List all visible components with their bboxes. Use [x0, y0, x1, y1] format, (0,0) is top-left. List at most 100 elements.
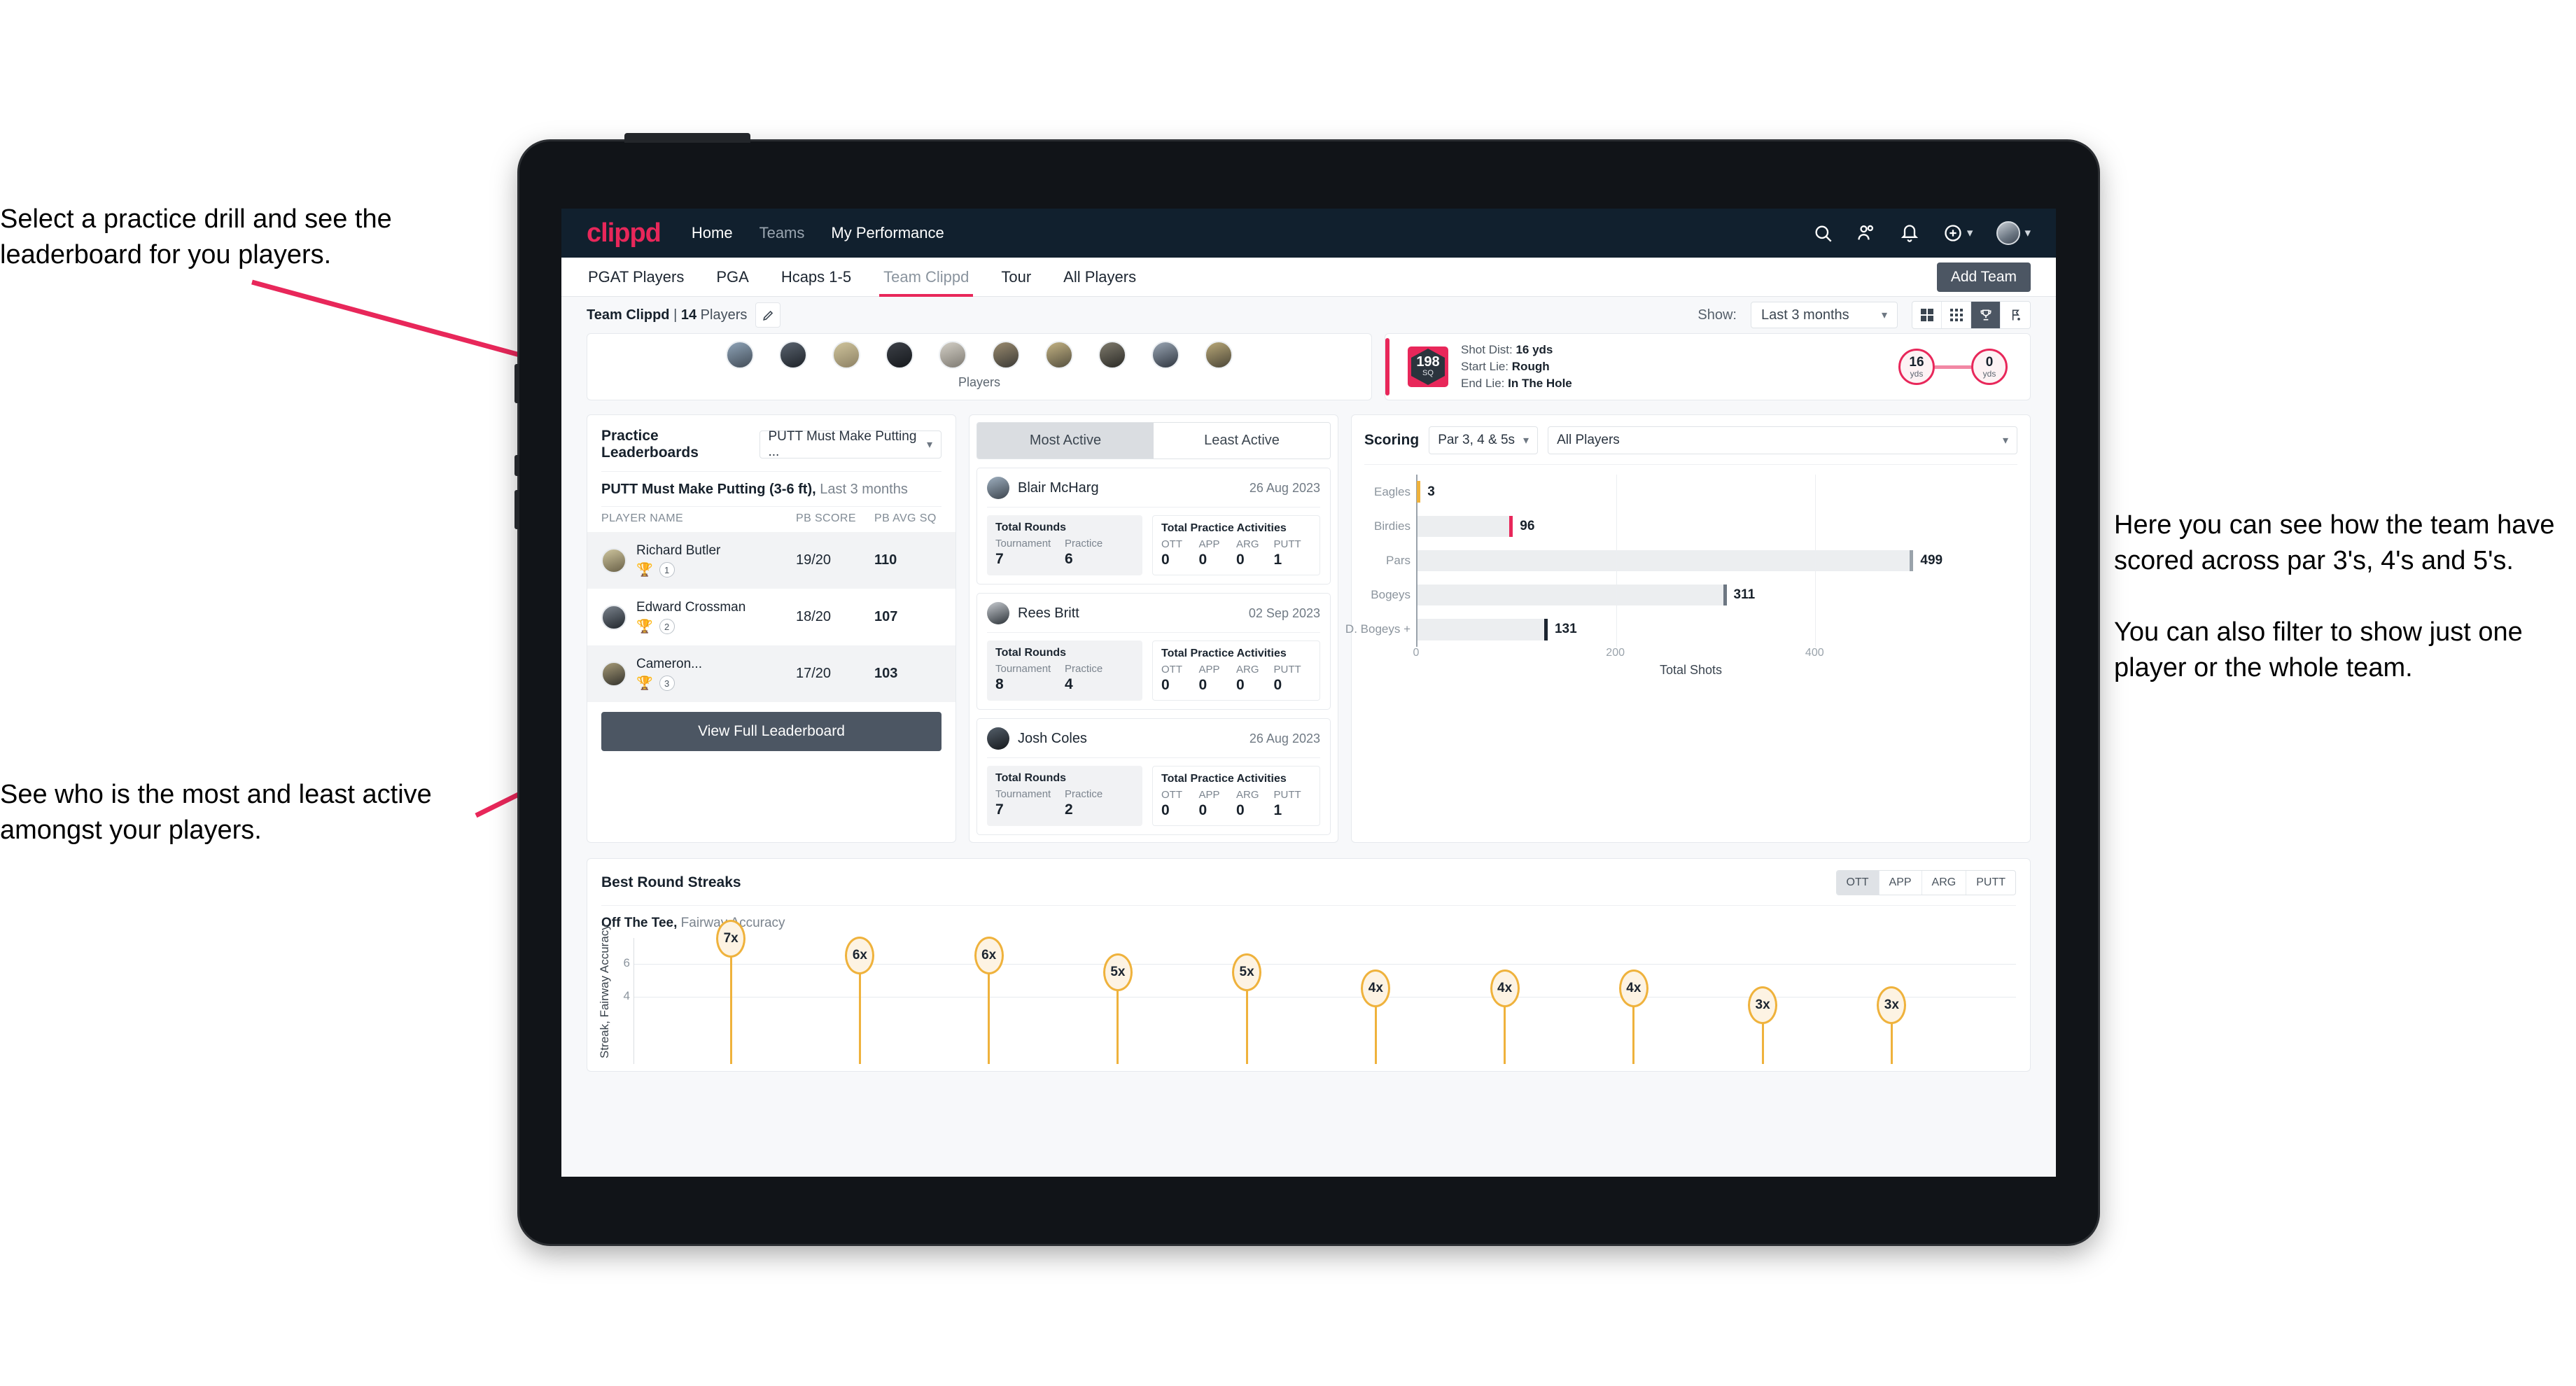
- toggle-arg[interactable]: ARG: [1922, 871, 1967, 895]
- player-cell: Cameron... 🏆 3: [636, 657, 796, 691]
- chevron-down-icon: ▾: [926, 439, 932, 451]
- add-team-button[interactable]: Add Team: [1936, 262, 2031, 292]
- user-menu[interactable]: ▾: [1996, 221, 2031, 245]
- chevron-down-icon: ▾: [1523, 435, 1530, 447]
- avatar[interactable]: [726, 341, 754, 369]
- label: Tournament: [995, 538, 1051, 550]
- list-item[interactable]: Rees Britt 02 Sep 2023 Total Rounds Tour…: [976, 593, 1331, 710]
- toggle-putt[interactable]: PUTT: [1966, 871, 2015, 895]
- trophy-icon: 🏆: [636, 562, 653, 578]
- nav-item-teams[interactable]: Teams: [760, 224, 805, 242]
- plus-circle-icon[interactable]: [1943, 223, 1963, 243]
- toggle-app[interactable]: APP: [1879, 871, 1922, 895]
- tab-all-players[interactable]: All Players: [1062, 258, 1138, 296]
- streaks-subtitle: Off The Tee, Fairway Accuracy: [587, 906, 2030, 935]
- activity-date: 02 Sep 2023: [1248, 606, 1320, 620]
- grid-small-icon: [1949, 309, 1963, 321]
- view-flag-button[interactable]: [2001, 302, 2030, 328]
- chart-x-axis: 0 200 400: [1413, 647, 1974, 661]
- team-name: Team Clippd: [587, 307, 670, 323]
- drill-select[interactable]: PUTT Must Make Putting ... ▾: [759, 429, 941, 459]
- toggle-ott[interactable]: OTT: [1836, 871, 1879, 895]
- player-filter-select[interactable]: All Players ▾: [1548, 426, 2017, 454]
- nav-item-my-performance[interactable]: My Performance: [831, 224, 944, 242]
- rounds-columns: Tournament 8 Practice 4: [995, 663, 1134, 693]
- label: APP: [1198, 538, 1220, 550]
- tab-least-active[interactable]: Least Active: [1154, 423, 1330, 458]
- chart-bar-value: 311: [1733, 587, 1756, 603]
- avatar[interactable]: [832, 341, 860, 369]
- list-item[interactable]: Josh Coles 26 Aug 2023 Total Rounds Tour…: [976, 718, 1331, 835]
- tab-most-active[interactable]: Most Active: [977, 423, 1154, 458]
- distance-connector: [1935, 365, 1971, 369]
- people-icon[interactable]: [1856, 223, 1876, 243]
- avatar[interactable]: [1098, 341, 1126, 369]
- tab-team-clippd[interactable]: Team Clippd: [879, 258, 974, 297]
- bell-icon[interactable]: [1900, 223, 1919, 243]
- annotation-most-least-active: See who is the most and least active amo…: [0, 780, 432, 845]
- practice-app: APP 0: [1199, 538, 1237, 568]
- list-item[interactable]: Blair McHarg 26 Aug 2023 Total Rounds To…: [976, 468, 1331, 584]
- chart-bar-row: D. Bogeys + 131: [1345, 619, 1974, 640]
- label: Tournament: [995, 663, 1051, 675]
- par-filter-select[interactable]: Par 3, 4 & 5s ▾: [1429, 426, 1539, 454]
- avatar[interactable]: [1205, 341, 1233, 369]
- avatar[interactable]: [992, 341, 1020, 369]
- practice-ott: OTT 0: [1161, 538, 1199, 568]
- avatar[interactable]: [1045, 341, 1073, 369]
- label: Tournament: [995, 788, 1051, 800]
- chart-lollipop-stem: [1632, 997, 1635, 1064]
- total-rounds-title: Total Rounds: [995, 647, 1067, 659]
- tab-hcaps-1-5[interactable]: Hcaps 1-5: [780, 258, 853, 296]
- activity-entry-header: Josh Coles 26 Aug 2023: [987, 727, 1320, 750]
- edit-team-button[interactable]: [755, 302, 781, 328]
- nav-item-home[interactable]: Home: [692, 224, 733, 242]
- practice-leaderboards-card: Practice Leaderboards PUTT Must Make Put…: [587, 414, 956, 843]
- end-distance-value: 0: [1985, 354, 1994, 370]
- tab-pga[interactable]: PGA: [715, 258, 750, 296]
- avatar[interactable]: [939, 341, 967, 369]
- table-row[interactable]: Cameron... 🏆 3 17/20 103: [587, 645, 955, 702]
- avatar[interactable]: [779, 341, 807, 369]
- value: 0: [1198, 677, 1208, 693]
- total-rounds-box: Total Rounds Tournament 7 Practice 6: [987, 515, 1142, 575]
- chart-bar-row: Pars 499: [1386, 550, 1974, 572]
- value: 0: [1198, 802, 1208, 818]
- table-row[interactable]: Edward Crossman 🏆 2 18/20 107: [587, 589, 955, 645]
- chart-bar: 311: [1418, 584, 1755, 606]
- view-grid-small-button[interactable]: [1942, 302, 1971, 328]
- rounds-columns: Tournament 7 Practice 2: [995, 788, 1134, 818]
- streaks-header: Best Round Streaks OTT APP ARG PUTT: [587, 859, 2030, 905]
- players-word: Players: [700, 307, 748, 323]
- divider: [1364, 464, 2017, 465]
- sq-unit: SQ: [1422, 369, 1434, 378]
- avatar[interactable]: [1152, 341, 1180, 369]
- chart-gridline: [1616, 475, 1617, 647]
- main-nav: Home Teams My Performance: [692, 224, 944, 242]
- chart-category-label: Pars: [1386, 553, 1410, 567]
- period-select[interactable]: Last 3 months ▾: [1751, 302, 1898, 328]
- add-menu[interactable]: ▾: [1943, 223, 1973, 243]
- scoring-title: Scoring: [1364, 432, 1420, 448]
- hex-badge: 198 SQ: [1411, 349, 1445, 385]
- start-lie-value: Rough: [1511, 359, 1550, 373]
- tab-tour[interactable]: Tour: [1000, 258, 1032, 296]
- total-rounds-title: Total Rounds: [995, 522, 1067, 533]
- value: 1: [1273, 802, 1282, 818]
- view-trophy-button[interactable]: [1971, 302, 2001, 328]
- player-cell: Edward Crossman 🏆 2: [636, 600, 796, 634]
- clippd-logo[interactable]: clippd: [587, 218, 662, 248]
- tab-pgat-players[interactable]: PGAT Players: [587, 258, 685, 296]
- shot-dist-key: Shot Dist:: [1461, 342, 1513, 356]
- divider: [987, 757, 1320, 758]
- view-full-leaderboard-button[interactable]: View Full Leaderboard: [601, 712, 941, 751]
- chart-category-label: Birdies: [1374, 519, 1410, 533]
- view-grid-large-button[interactable]: [1912, 302, 1942, 328]
- chart-plot-area: Eagles 3 Birdies 96 Pars 499 Bogeys 311 D. Bogey…: [1345, 475, 1974, 647]
- avatar[interactable]: [1996, 221, 2021, 245]
- table-row[interactable]: Richard Butler 🏆 1 19/20 110: [587, 532, 955, 589]
- chart-lollipop-label: 6x: [845, 936, 875, 974]
- search-icon[interactable]: [1813, 223, 1833, 243]
- avatar[interactable]: [886, 341, 913, 369]
- rounds-tournament: Tournament 7: [995, 788, 1065, 818]
